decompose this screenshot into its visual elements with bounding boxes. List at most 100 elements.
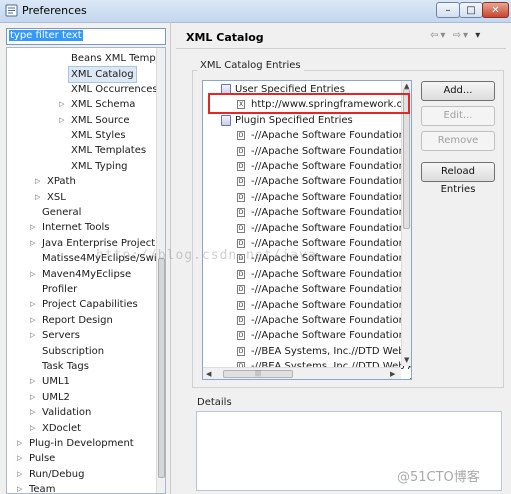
corner-watermark: @51CTO博客	[397, 470, 480, 485]
expand-triangle-icon[interactable]: ▷	[30, 390, 38, 405]
tree-item[interactable]: ▷ XML Schema	[7, 97, 155, 112]
window-title: Preferences	[22, 4, 87, 17]
tree-item[interactable]: ▷ Internet Tools	[7, 220, 155, 235]
expand-triangle-icon[interactable]: ▷	[30, 267, 38, 282]
tree-item[interactable]: ▷ Maven4MyEclipse	[7, 267, 155, 282]
tree-item[interactable]: ▷ Run/Debug	[7, 467, 155, 482]
plugin-entry-row[interactable]: D -//Apache Software Foundation//I	[203, 205, 411, 221]
close-button[interactable]: ✕	[482, 2, 509, 18]
plugin-specified-entries-node[interactable]: Plugin Specified Entries	[203, 113, 399, 129]
tree-item-label: Task Tags	[42, 361, 89, 372]
tree-item-label: UML1	[42, 376, 70, 388]
catalog-entries-tree[interactable]: User Specified Entries Xhttp://www.spring…	[202, 80, 412, 380]
tree-item-label: XML Templates	[71, 145, 147, 157]
plugin-entry-row[interactable]: D -//Apache Software Foundation//I	[203, 313, 411, 329]
expand-triangle-icon[interactable]: ▷	[30, 220, 38, 235]
entries-hscroll-thumb[interactable]: |||	[223, 370, 293, 378]
expand-triangle-icon[interactable]: ▷	[17, 451, 25, 466]
tree-item[interactable]: ▷ Validation	[7, 405, 155, 420]
tree-item[interactable]: Subscription	[7, 344, 155, 359]
tree-item[interactable]: XML Occurrences	[7, 82, 158, 97]
dtd-file-icon: D	[237, 316, 245, 325]
tree-item-label: XDoclet	[42, 422, 82, 434]
maximize-button[interactable]: □	[459, 2, 483, 18]
expand-triangle-icon[interactable]: ▷	[30, 328, 38, 343]
tree-item[interactable]: Beans XML Templa	[7, 51, 165, 66]
tree-vertical-scrollbar[interactable]	[156, 48, 165, 493]
entry-label: -//Apache Software Foundation//I	[251, 176, 412, 188]
tree-item[interactable]: XML Typing	[7, 159, 155, 174]
back-arrow-icon[interactable]: ⇦	[430, 30, 440, 41]
scroll-right-icon[interactable]: ▶	[390, 370, 395, 378]
reload-entries-button[interactable]: Reload Entries	[421, 162, 495, 195]
plugin-entry-row[interactable]: D -//Apache Software Foundation//I	[203, 282, 411, 298]
tree-item[interactable]: ▷ Project Capabilities	[7, 297, 155, 312]
expand-triangle-icon[interactable]: ▷	[59, 113, 67, 128]
tree-item[interactable]: XML Styles	[7, 128, 155, 143]
plugin-entry-row[interactable]: D -//Apache Software Foundation//I	[203, 144, 411, 160]
tree-item[interactable]: ▷ Servers	[7, 328, 155, 343]
tree-item-label: Subscription	[42, 345, 105, 357]
plugin-entry-row[interactable]: D -//Apache Software Foundation//I	[203, 190, 411, 206]
entry-label: -//Apache Software Foundation//I	[251, 299, 412, 311]
view-menu-chevron-down-icon[interactable]: ▾	[475, 30, 482, 41]
back-menu-chevron-down-icon[interactable]: ▾	[440, 30, 447, 41]
tree-item[interactable]: ▷ Plug-in Development	[7, 436, 155, 451]
expand-triangle-icon[interactable]: ▷	[30, 313, 38, 328]
tree-item[interactable]: General	[7, 205, 155, 220]
expand-triangle-icon[interactable]: ▷	[59, 97, 67, 112]
tree-item[interactable]: ▷ XSL	[7, 190, 155, 205]
entry-label: Plugin Specified Entries	[235, 114, 353, 126]
plugin-entry-row[interactable]: D -//Apache Software Foundation//I	[203, 267, 411, 283]
expand-triangle-icon[interactable]: ▷	[30, 236, 38, 251]
forward-arrow-icon[interactable]: ⇨	[453, 30, 463, 41]
tree-item[interactable]: ▷ Report Design	[7, 313, 155, 328]
entries-vertical-scrollbar[interactable]: ▲ ▼	[401, 81, 411, 366]
plugin-entry-row[interactable]: D -//Apache Software Foundation//I	[203, 159, 411, 175]
expand-triangle-icon[interactable]: ▷	[30, 297, 38, 312]
edit-button[interactable]: Edit...	[421, 106, 495, 126]
tree-item[interactable]: Task Tags	[7, 359, 155, 374]
expand-triangle-icon[interactable]: ▷	[30, 405, 38, 420]
dtd-file-icon: D	[237, 239, 245, 248]
tree-item[interactable]: ▷ Team	[7, 482, 155, 493]
filter-input[interactable]: type filter text	[6, 28, 166, 45]
preference-tree[interactable]: Beans XML Templa XML Catalog XML Occurrenc…	[6, 47, 166, 494]
tree-item[interactable]: ▷ UML2	[7, 390, 155, 405]
expand-triangle-icon[interactable]: ▷	[17, 467, 25, 482]
entries-horizontal-scrollbar[interactable]: ◀ ||| ▶	[203, 367, 401, 379]
expand-triangle-icon[interactable]: ▷	[17, 482, 25, 493]
plugin-entry-row[interactable]: D -//BEA Systems, Inc.//DTD Web A	[203, 344, 411, 360]
preferences-app-icon	[5, 4, 18, 17]
expand-triangle-icon[interactable]: ▷	[35, 190, 43, 205]
page-nav-controls: ⇦▾ ⇨▾ ▾	[430, 30, 482, 41]
tree-item[interactable]: XML Templates	[7, 143, 155, 158]
add-button[interactable]: Add...	[421, 81, 495, 101]
tree-item[interactable]: ▷ Pulse	[7, 451, 155, 466]
tree-item[interactable]: Profiler	[7, 282, 155, 297]
plugin-entry-row[interactable]: D -//Apache Software Foundation//I	[203, 128, 411, 144]
tree-item[interactable]: ▷ XDoclet	[7, 421, 155, 436]
tree-scroll-thumb[interactable]	[158, 258, 165, 478]
entry-label: -//Apache Software Foundation//I	[251, 222, 412, 234]
tree-item[interactable]: XML Catalog	[7, 66, 155, 84]
minimize-button[interactable]: –	[436, 2, 460, 18]
tree-item[interactable]: ▷ XML Source	[7, 113, 155, 128]
plugin-entry-row[interactable]: D -//Apache Software Foundation//I	[203, 221, 411, 237]
tree-item[interactable]: ▷ XPath	[7, 174, 155, 189]
tree-item[interactable]: ▷ UML1	[7, 374, 155, 389]
scroll-left-icon[interactable]: ◀	[206, 370, 211, 378]
scroll-down-icon[interactable]: ▼	[404, 356, 409, 364]
plugin-entry-row[interactable]: D -//Apache Software Foundation//I	[203, 174, 411, 190]
plugin-entry-row[interactable]: D -//Apache Software Foundation//I	[203, 298, 411, 314]
plugin-entry-row[interactable]: D -//Apache Software Foundation//I	[203, 328, 411, 344]
expand-triangle-icon[interactable]: ▷	[30, 421, 38, 436]
expand-triangle-icon[interactable]: ▷	[17, 436, 25, 451]
expand-triangle-icon[interactable]: ▷	[30, 374, 38, 389]
expand-triangle-icon[interactable]: ▷	[35, 174, 43, 189]
dtd-file-icon: D	[237, 192, 245, 202]
tree-item-label: XML Styles	[71, 130, 126, 141]
remove-button[interactable]: Remove	[421, 131, 495, 151]
title-bar[interactable]: Preferences – □ ✕	[0, 0, 511, 23]
forward-menu-chevron-down-icon[interactable]: ▾	[463, 30, 470, 41]
